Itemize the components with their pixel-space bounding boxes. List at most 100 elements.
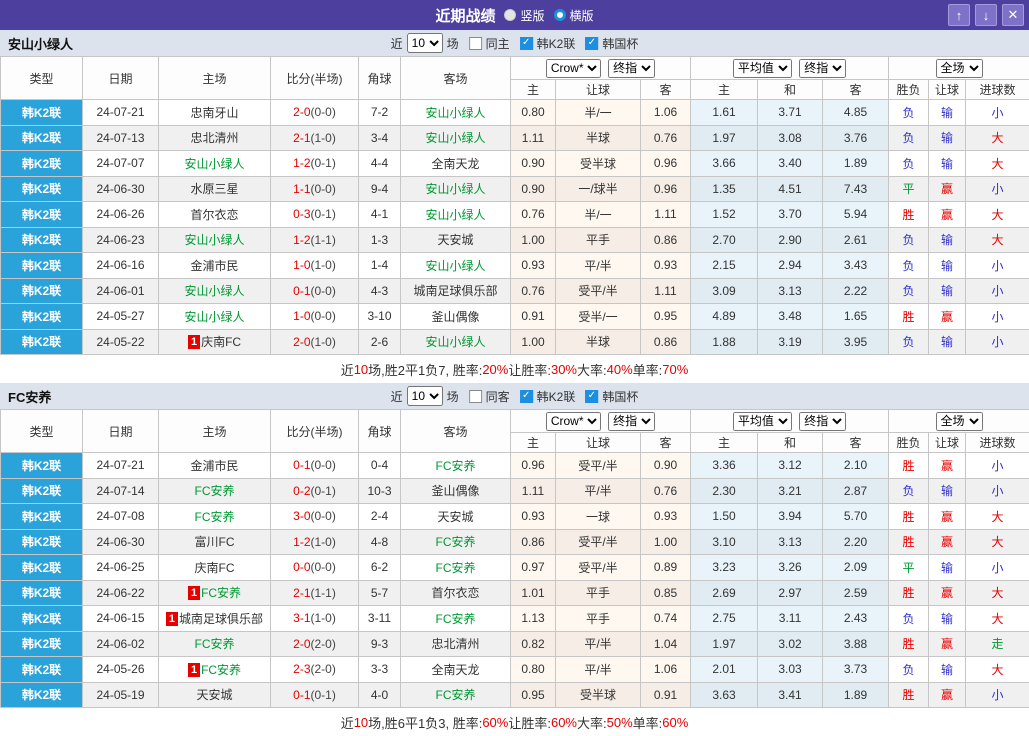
avg-source-select[interactable]: 平均值 bbox=[733, 412, 792, 431]
scroll-down-button[interactable]: ↓ bbox=[975, 4, 997, 26]
handicap-away-odds: 0.91 bbox=[641, 682, 691, 708]
team-name: 庆南FC bbox=[195, 561, 235, 575]
odds-time-select[interactable]: 终指 bbox=[608, 59, 655, 78]
handicap-home-odds: 1.11 bbox=[511, 125, 556, 151]
handicap-line: 受平/半 bbox=[556, 555, 641, 581]
score-cell: 0-1(0-1) bbox=[271, 682, 359, 708]
recent-count-select[interactable]: 10 bbox=[407, 33, 443, 53]
scope-select[interactable]: 全场 bbox=[936, 59, 983, 78]
result-goals: 小 bbox=[966, 453, 1029, 479]
halftime-score: (0-1) bbox=[311, 688, 336, 702]
odds-source-select[interactable]: Crow* bbox=[546, 59, 601, 78]
scope-group: 全场 bbox=[889, 57, 1029, 80]
league-cell: 韩K2联 bbox=[1, 504, 83, 530]
date-cell: 24-06-30 bbox=[83, 529, 159, 555]
away-team-cell: 安山小绿人 bbox=[401, 253, 511, 279]
avg-source-select[interactable]: 平均值 bbox=[733, 59, 792, 78]
scroll-up-button[interactable]: ↑ bbox=[948, 4, 970, 26]
scope-select[interactable]: 全场 bbox=[936, 412, 983, 431]
halftime-score: (1-0) bbox=[311, 258, 336, 272]
col-header-home: 主场 bbox=[159, 410, 271, 453]
avg-home-odds: 2.69 bbox=[691, 580, 758, 606]
home-team-cell: 1城南足球俱乐部 bbox=[159, 606, 271, 632]
summary-text: 60% bbox=[482, 715, 508, 730]
handicap-home-odds: 0.86 bbox=[511, 529, 556, 555]
away-team-cell: 安山小绿人 bbox=[401, 125, 511, 151]
result-handicap: 赢 bbox=[929, 504, 966, 530]
korea-cup-checkbox[interactable]: ✓ bbox=[585, 390, 598, 403]
near-label: 近 bbox=[391, 388, 403, 405]
avg-home-odds: 3.09 bbox=[691, 278, 758, 304]
team-name: 安山小绿人 bbox=[425, 106, 485, 120]
arrow-down-icon: ↓ bbox=[983, 8, 990, 23]
away-team-cell: 釜山偶像 bbox=[401, 478, 511, 504]
recent-count-select[interactable]: 10 bbox=[407, 386, 443, 406]
avg-draw-odds: 3.21 bbox=[758, 478, 823, 504]
away-team-cell: 天安城 bbox=[401, 227, 511, 253]
handicap-line: 受半球 bbox=[556, 151, 641, 177]
avg-away-odds: 4.85 bbox=[823, 100, 889, 126]
corner-cell: 2-6 bbox=[359, 329, 401, 355]
handicap-home-odds: 1.11 bbox=[511, 478, 556, 504]
score-cell: 2-1(1-0) bbox=[271, 125, 359, 151]
handicap-away-odds: 0.93 bbox=[641, 253, 691, 279]
layout-radio-horizontal[interactable]: 横版 bbox=[554, 7, 594, 24]
radio-unselected-icon[interactable] bbox=[504, 9, 516, 21]
halftime-score: (0-0) bbox=[311, 560, 336, 574]
handicap-line: 平/半 bbox=[556, 478, 641, 504]
rank-badge: 1 bbox=[166, 612, 178, 626]
avg-time-select[interactable]: 终指 bbox=[799, 412, 846, 431]
radio-selected-icon[interactable] bbox=[554, 9, 566, 21]
league-k2-checkbox[interactable]: ✓ bbox=[520, 37, 533, 50]
col-header-handicap-home: 主 bbox=[511, 80, 556, 100]
result-goals: 大 bbox=[966, 529, 1029, 555]
league-cell: 韩K2联 bbox=[1, 125, 83, 151]
filter-bar: 近 10 场 同客 ✓ 韩K2联 ✓ 韩国杯 bbox=[391, 383, 639, 409]
avg-draw-odds: 3.48 bbox=[758, 304, 823, 330]
score-cell: 0-2(0-1) bbox=[271, 478, 359, 504]
avg-time-select[interactable]: 终指 bbox=[799, 59, 846, 78]
team-name: 安山小绿人 bbox=[184, 284, 244, 298]
score-cell: 1-2(1-1) bbox=[271, 227, 359, 253]
odds-source-select[interactable]: Crow* bbox=[546, 412, 601, 431]
odds-source-group: Crow* 终指 bbox=[511, 57, 691, 80]
same-venue-checkbox[interactable] bbox=[469, 390, 482, 403]
halftime-score: (2-0) bbox=[311, 637, 336, 651]
score-cell: 1-0(0-0) bbox=[271, 304, 359, 330]
korea-cup-checkbox[interactable]: ✓ bbox=[585, 37, 598, 50]
fulltime-score: 3-0 bbox=[293, 509, 310, 523]
result-handicap: 赢 bbox=[929, 682, 966, 708]
handicap-line: 半球 bbox=[556, 125, 641, 151]
avg-home-odds: 3.23 bbox=[691, 555, 758, 581]
result-handicap: 赢 bbox=[929, 580, 966, 606]
team-name: 天安城 bbox=[437, 510, 473, 524]
league-cell: 韩K2联 bbox=[1, 329, 83, 355]
same-venue-checkbox[interactable] bbox=[469, 37, 482, 50]
handicap-line: 半球 bbox=[556, 329, 641, 355]
score-cell: 3-0(0-0) bbox=[271, 504, 359, 530]
home-team-cell: 1FC安养 bbox=[159, 657, 271, 683]
away-team-cell: 安山小绿人 bbox=[401, 329, 511, 355]
layout-radio-vertical[interactable]: 竖版 bbox=[504, 7, 544, 24]
handicap-home-odds: 0.76 bbox=[511, 278, 556, 304]
score-cell: 0-1(0-0) bbox=[271, 453, 359, 479]
handicap-away-odds: 1.04 bbox=[641, 631, 691, 657]
match-row: 韩K2联24-06-16金浦市民1-0(1-0)1-4安山小绿人0.93平/半0… bbox=[1, 253, 1029, 279]
team-name: 天安城 bbox=[196, 688, 232, 702]
match-row: 韩K2联24-05-27安山小绿人1-0(0-0)3-10釜山偶像0.91受半/… bbox=[1, 304, 1029, 330]
date-cell: 24-06-02 bbox=[83, 631, 159, 657]
league-cell: 韩K2联 bbox=[1, 478, 83, 504]
team-name: 金浦市民 bbox=[190, 259, 238, 273]
col-header-avg-draw: 和 bbox=[758, 433, 823, 453]
handicap-home-odds: 0.90 bbox=[511, 176, 556, 202]
avg-draw-odds: 2.90 bbox=[758, 227, 823, 253]
close-button[interactable]: ✕ bbox=[1002, 4, 1024, 26]
league-cell: 韩K2联 bbox=[1, 151, 83, 177]
away-team-cell: 全南天龙 bbox=[401, 657, 511, 683]
match-row: 韩K2联24-07-14FC安养0-2(0-1)10-3釜山偶像1.11平/半0… bbox=[1, 478, 1029, 504]
home-team-cell: 忠北清州 bbox=[159, 125, 271, 151]
league-k2-checkbox[interactable]: ✓ bbox=[520, 390, 533, 403]
odds-time-select[interactable]: 终指 bbox=[608, 412, 655, 431]
avg-draw-odds: 3.03 bbox=[758, 657, 823, 683]
fulltime-score: 1-2 bbox=[293, 233, 310, 247]
